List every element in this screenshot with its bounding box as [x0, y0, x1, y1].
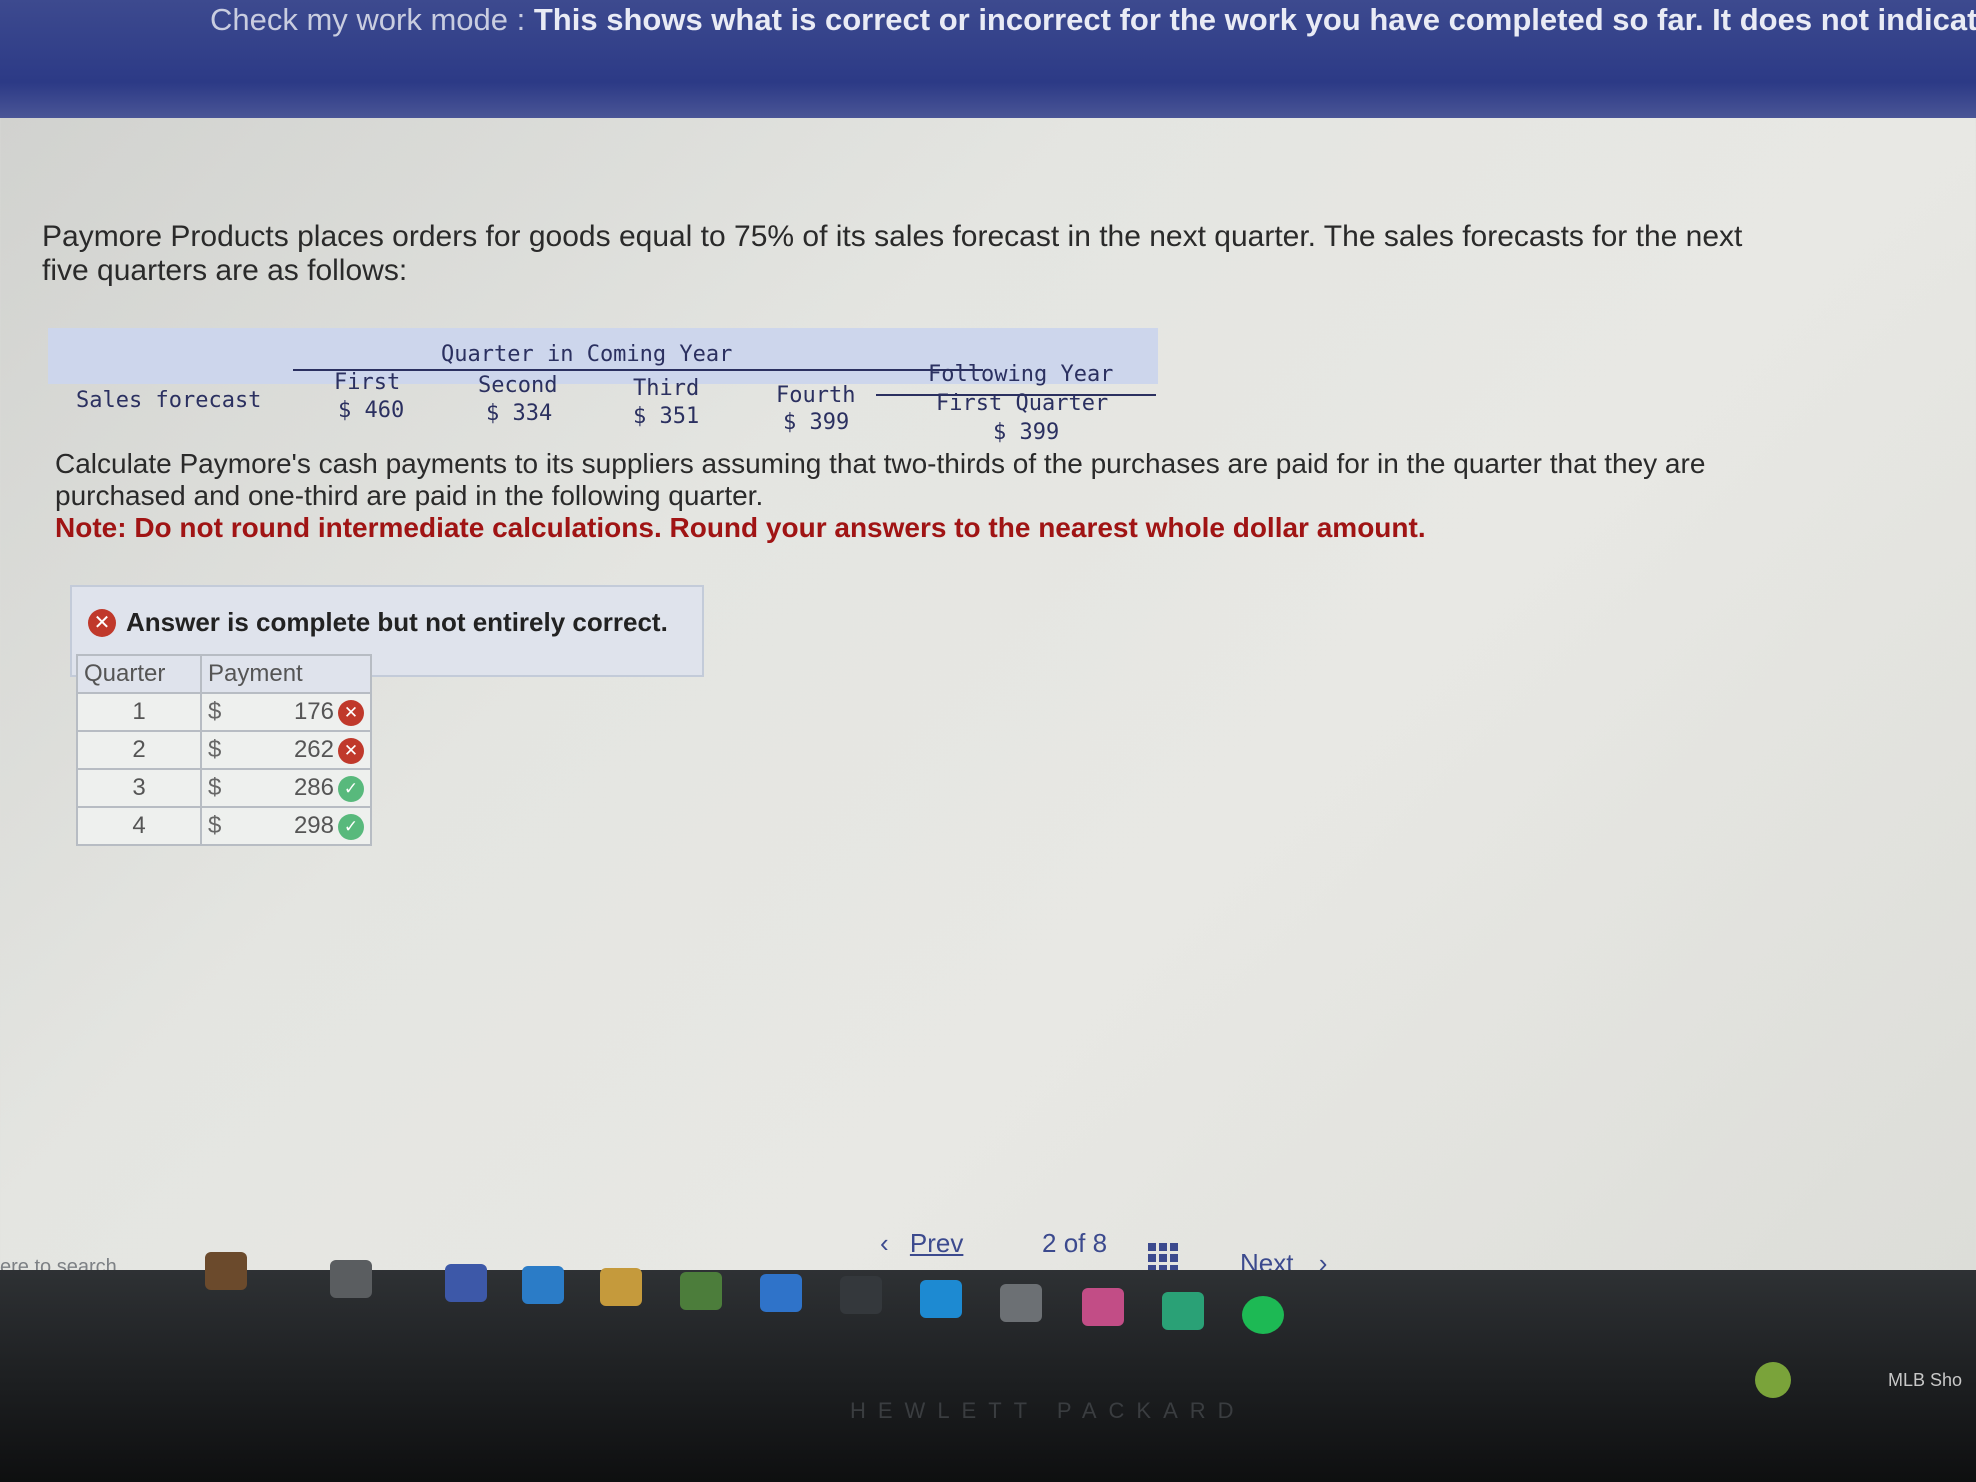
row-label-sales-forecast: Sales forecast [76, 388, 262, 413]
store-icon[interactable] [680, 1272, 722, 1310]
payment-input[interactable]: 262 ✕ [238, 730, 372, 770]
answer-header-row: Quarter Payment [76, 654, 372, 694]
question-text: Calculate Paymore's cash payments to its… [55, 448, 1775, 544]
payment-input[interactable]: 176 ✕ [238, 692, 372, 732]
page-of: of [1063, 1228, 1086, 1258]
grid-menu-icon[interactable] [1148, 1243, 1178, 1273]
question-body: Calculate Paymore's cash payments to its… [55, 448, 1706, 511]
currency-symbol: $ [200, 692, 238, 732]
outlook-icon[interactable] [522, 1266, 564, 1304]
table-row: 2 $ 262 ✕ [76, 730, 372, 770]
problem-intro: Paymore Products places orders for goods… [42, 220, 1743, 287]
payment-value: 176 [293, 698, 334, 725]
teams-icon[interactable] [445, 1264, 487, 1302]
quarter-cell: 2 [76, 730, 202, 770]
payment-input[interactable]: 298 ✓ [238, 806, 372, 846]
sway-icon[interactable] [1162, 1292, 1204, 1330]
banner-text: Check my work mode : This shows what is … [210, 2, 1976, 38]
spotify-icon[interactable] [1242, 1296, 1284, 1334]
payment-value: 286 [293, 774, 334, 801]
table-row: 4 $ 298 ✓ [76, 806, 372, 846]
currency-symbol: $ [200, 730, 238, 770]
tray-app-icon[interactable] [1755, 1362, 1791, 1398]
banner-message: This shows what is correct or incorrect … [533, 2, 1976, 37]
check-my-work-banner: Check my work mode : This shows what is … [0, 0, 1976, 118]
banner-lead: Check my work mode : [210, 2, 534, 37]
taskbar [0, 1252, 1976, 1482]
edge-icon[interactable] [920, 1280, 962, 1318]
chevron-left-icon: ‹ [880, 1228, 889, 1258]
col-header-third: Third [633, 376, 700, 401]
header-group-coming-year: Quarter in Coming Year [441, 342, 733, 367]
checkmark-icon: ✓ [338, 775, 364, 802]
total-pages: 8 [1092, 1228, 1108, 1258]
payment-answer-table: Quarter Payment 1 $ 176 ✕ 2 $ 262 ✕ 3 $ 28… [76, 654, 372, 846]
brand-logo: HEWLETT PACKARD [850, 1398, 1246, 1423]
col-header-second: Second [478, 373, 558, 398]
quarter-cell: 3 [76, 768, 202, 808]
col-header-first: First [334, 370, 401, 395]
currency-symbol: $ [200, 768, 238, 808]
dropbox-icon[interactable] [760, 1274, 802, 1312]
col-header-fourth: Fourth [776, 383, 856, 408]
m365-icon[interactable] [1082, 1288, 1124, 1326]
header-quarter: Quarter [76, 654, 202, 694]
payment-input[interactable]: 286 ✓ [238, 768, 372, 808]
table-row: 1 $ 176 ✕ [76, 692, 372, 732]
result-message: Answer is complete but not entirely corr… [126, 607, 668, 637]
payment-value: 298 [293, 812, 334, 839]
tray-news-label[interactable]: MLB Sho [1888, 1370, 1962, 1391]
prev-label: Prev [909, 1228, 964, 1258]
tripadvisor-icon[interactable] [1000, 1284, 1042, 1322]
sales-forecast-table: Quarter in Coming Year Following Year Sa… [48, 328, 1158, 445]
value-following-first-quarter: $ 399 [993, 420, 1060, 445]
task-view-icon[interactable] [330, 1260, 372, 1298]
header-group-following-year: Following Year [928, 362, 1114, 387]
x-circle-icon: ✕ [88, 609, 116, 637]
current-page: 2 [1042, 1228, 1057, 1258]
football-icon[interactable] [205, 1252, 247, 1290]
value-fourth: $ 399 [783, 410, 850, 435]
header-payment: Payment [200, 654, 372, 694]
prev-button[interactable]: ‹ Prev [880, 1228, 963, 1259]
quarter-cell: 4 [76, 806, 202, 846]
value-second: $ 334 [486, 401, 553, 426]
amazon-icon[interactable] [840, 1276, 882, 1314]
quarter-cell: 1 [76, 692, 202, 732]
payment-value: 262 [293, 736, 334, 763]
currency-symbol: $ [200, 806, 238, 846]
rounding-note: Note: Do not round intermediate calculat… [55, 512, 1426, 543]
checkmark-icon: ✓ [338, 813, 364, 840]
page-indicator: 2 of 8 [1042, 1228, 1107, 1259]
value-first: $ 460 [338, 398, 405, 423]
incorrect-icon: ✕ [338, 699, 364, 726]
col-header-following-first-quarter: First Quarter [936, 391, 1109, 416]
file-explorer-icon[interactable] [600, 1268, 642, 1306]
incorrect-icon: ✕ [338, 737, 364, 764]
table-row: 3 $ 286 ✓ [76, 768, 372, 808]
value-third: $ 351 [633, 404, 700, 429]
